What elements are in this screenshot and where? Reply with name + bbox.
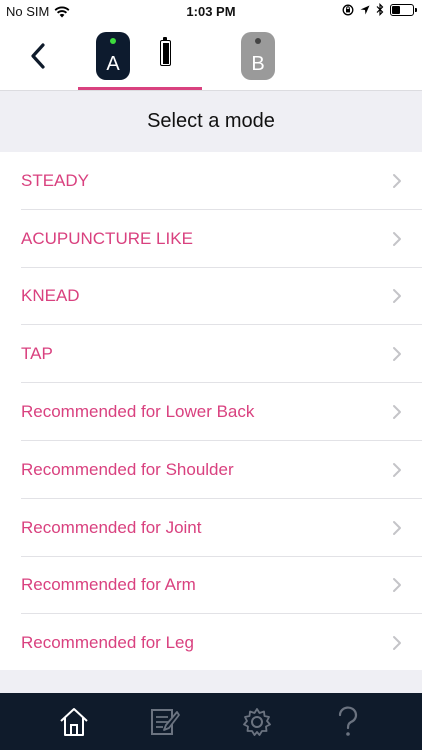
home-icon — [60, 707, 88, 736]
notes-icon — [151, 708, 181, 735]
mode-item-acupuncture-like[interactable]: ACUPUNCTURE LIKE — [0, 210, 422, 268]
mode-item-tap[interactable]: TAP — [0, 325, 422, 383]
mode-label: Recommended for Leg — [21, 633, 194, 653]
mode-item-shoulder[interactable]: Recommended for Shoulder — [0, 441, 422, 499]
chevron-right-icon — [393, 636, 401, 651]
tab-bar — [0, 693, 422, 750]
status-led — [255, 38, 261, 44]
chevron-right-icon — [393, 231, 401, 246]
tab-help[interactable] — [328, 702, 368, 742]
status-led — [110, 38, 116, 44]
device-a-label: A — [106, 53, 120, 75]
chevron-right-icon — [393, 578, 401, 593]
chevron-right-icon — [393, 520, 401, 535]
chevron-right-icon — [393, 405, 401, 420]
back-button[interactable] — [22, 38, 54, 74]
device-b-icon: B — [241, 32, 275, 80]
device-b-label: B — [251, 53, 265, 75]
status-icons — [342, 3, 417, 16]
mode-item-knead[interactable]: KNEAD — [0, 268, 422, 326]
mode-item-joint[interactable]: Recommended for Joint — [0, 499, 422, 557]
mode-item-leg[interactable]: Recommended for Leg — [0, 614, 422, 672]
chevron-right-icon — [393, 462, 401, 477]
chevron-right-icon — [393, 173, 401, 188]
tab-notes[interactable] — [145, 702, 185, 742]
list-footer-spacer — [0, 670, 422, 693]
mode-label: KNEAD — [21, 286, 80, 306]
rotation-lock-icon — [342, 4, 354, 15]
device-tab-a[interactable]: A — [78, 22, 202, 90]
header: A B — [0, 22, 422, 90]
mode-label: Recommended for Joint — [21, 517, 202, 537]
mode-label: Recommended for Arm — [21, 575, 196, 595]
location-arrow-icon — [360, 5, 370, 14]
chevron-right-icon — [393, 347, 401, 362]
help-question-icon — [339, 706, 358, 736]
mode-label: STEADY — [21, 170, 90, 190]
chevron-left-icon — [31, 43, 45, 69]
section-header: Select a mode — [0, 90, 422, 152]
settings-gear-icon — [242, 707, 271, 736]
mode-label: Recommended for Lower Back — [21, 402, 255, 422]
battery-status-icon — [390, 3, 417, 16]
bluetooth-icon — [376, 3, 384, 16]
tab-settings[interactable] — [237, 702, 277, 742]
mode-list: STEADY ACUPUNCTURE LIKE KNEAD TAP Recomm… — [0, 152, 422, 673]
status-bar: No SIM 1:03 PM — [0, 0, 422, 22]
mode-item-lower-back[interactable]: Recommended for Lower Back — [0, 383, 422, 441]
device-a-icon: A — [96, 32, 130, 80]
mode-label: TAP — [21, 344, 53, 364]
chevron-right-icon — [393, 289, 401, 304]
section-title: Select a mode — [147, 110, 275, 132]
mode-label: Recommended for Shoulder — [21, 459, 234, 479]
tab-home[interactable] — [54, 702, 94, 742]
mode-item-steady[interactable]: STEADY — [0, 152, 422, 210]
device-battery-icon — [160, 37, 171, 66]
mode-label: ACUPUNCTURE LIKE — [21, 228, 193, 248]
mode-item-arm[interactable]: Recommended for Arm — [0, 557, 422, 615]
device-tab-b[interactable]: B — [240, 32, 276, 80]
